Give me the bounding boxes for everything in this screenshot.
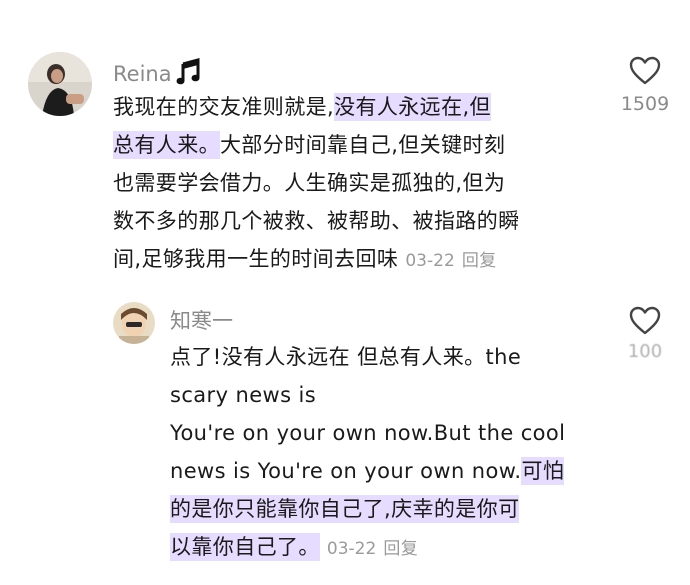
- avatar[interactable]: [113, 302, 155, 344]
- reply-line: scary news is: [170, 383, 317, 407]
- highlighted-text: 的是你只能靠你自己了,庆幸的是你可: [170, 495, 520, 523]
- username[interactable]: Reina: [113, 58, 202, 90]
- reply-date: 03-22: [326, 539, 377, 559]
- comment-line: 数不多的那几个被救、被帮助、被指路的瞬: [113, 209, 520, 233]
- heart-outline-icon[interactable]: [612, 56, 678, 85]
- highlighted-text: 可怕: [521, 457, 565, 485]
- reply-line: You're on your own now.But the cool: [170, 421, 566, 445]
- username-text: 知寒一: [170, 309, 233, 333]
- reply-button[interactable]: 回复: [383, 539, 418, 559]
- username[interactable]: 知寒一: [170, 308, 233, 334]
- like-count: 1509: [620, 93, 670, 115]
- heart-outline-icon[interactable]: [612, 306, 678, 335]
- like-area: 100: [612, 306, 678, 362]
- music-note-icon: [176, 58, 202, 90]
- avatar[interactable]: [28, 52, 92, 116]
- like-area: 1509: [612, 56, 678, 115]
- reply-line: news is You're on your own now.: [170, 459, 522, 483]
- highlighted-text: 没有人永远在,但: [334, 93, 491, 121]
- like-count: 100: [627, 341, 663, 362]
- comment-line: 我现在的交友准则就是,: [113, 95, 335, 119]
- comment-line: 也需要学会借力。人生确实是孤独的,但为: [113, 171, 506, 195]
- highlighted-text: 总有人来。: [113, 131, 220, 159]
- comment-line: 间,足够我用一生的时间去回味: [113, 247, 399, 271]
- comment-line: 大部分时间靠自己,但关键时刻: [220, 133, 506, 157]
- reply-text: 点了!没有人永远在 但总有人来。the scary news is You're…: [170, 338, 600, 568]
- reply-button[interactable]: 回复: [462, 251, 497, 271]
- highlighted-text: 以靠你自己了。: [170, 533, 320, 561]
- comment-date: 03-22: [405, 251, 455, 271]
- username-text: Reina: [113, 62, 172, 86]
- reply-line: 点了!没有人永远在 但总有人来。the: [170, 345, 522, 369]
- comment-text: 我现在的交友准则就是,没有人永远在,但 总有人来。大部分时间靠自己,但关键时刻 …: [113, 88, 593, 280]
- comment-item: Reina 我现在的交友准则就是,没有人永远在,但 总有人来。大部分时间靠自己,…: [0, 0, 690, 290]
- reply-item: 知寒一 点了!没有人永远在 但总有人来。the scary news is Yo…: [0, 290, 690, 585]
